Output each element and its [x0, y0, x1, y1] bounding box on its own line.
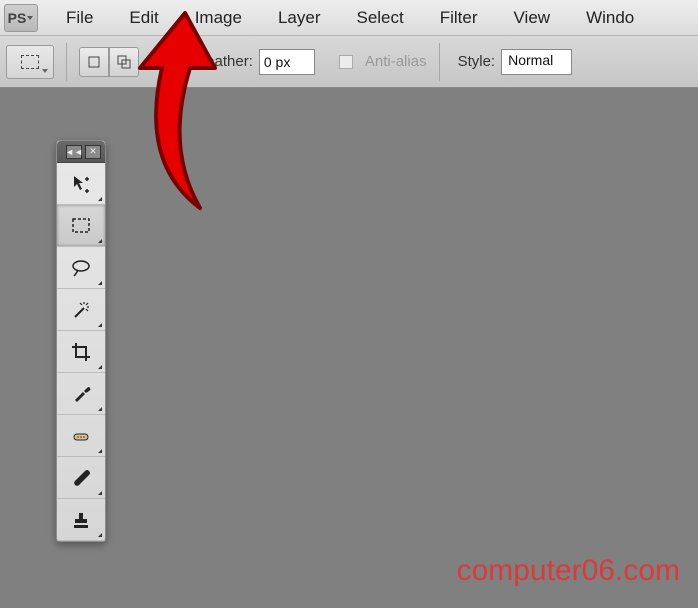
rect-add-icon — [116, 54, 132, 70]
move-tool[interactable] — [57, 163, 105, 205]
style-select[interactable]: Normal — [501, 49, 572, 75]
eyedropper-tool[interactable] — [57, 373, 105, 415]
stamp-tool[interactable] — [57, 499, 105, 541]
healing-tool[interactable] — [57, 415, 105, 457]
selection-mode-group — [79, 47, 139, 77]
separator — [439, 43, 440, 81]
antialias-label: Anti-alias — [365, 53, 427, 70]
feather-label: Feather: — [197, 53, 253, 70]
palette-close-button[interactable]: ✕ — [85, 145, 101, 159]
active-tool-indicator[interactable] — [6, 45, 54, 79]
healing-icon — [70, 425, 92, 447]
options-bar: Feather: Anti-alias Style: Normal — [0, 36, 698, 88]
feather-input[interactable] — [259, 49, 315, 75]
brush-tool[interactable] — [57, 457, 105, 499]
marquee-icon — [70, 215, 92, 237]
move-icon — [70, 173, 92, 195]
antialias-checkbox — [339, 55, 353, 69]
wand-icon — [70, 299, 92, 321]
menu-edit[interactable]: Edit — [111, 2, 176, 34]
marquee-tool[interactable] — [57, 205, 105, 247]
selection-add-button[interactable] — [109, 47, 139, 77]
menu-image[interactable]: Image — [177, 2, 260, 34]
menu-view[interactable]: View — [496, 2, 569, 34]
menu-select[interactable]: Select — [338, 2, 421, 34]
menu-bar: PS File Edit Image Layer Select Filter V… — [0, 0, 698, 36]
brush-icon — [70, 467, 92, 489]
watermark: computer06.com — [457, 554, 680, 588]
menu-file[interactable]: File — [48, 2, 111, 34]
marquee-icon — [21, 55, 39, 69]
palette-header: ◄◄ ✕ — [57, 141, 105, 163]
menu-filter[interactable]: Filter — [422, 2, 496, 34]
lasso-icon — [70, 257, 92, 279]
tools-palette: ◄◄ ✕ — [56, 140, 106, 542]
app-logo[interactable]: PS — [4, 4, 38, 32]
crop-tool[interactable] — [57, 331, 105, 373]
separator — [66, 43, 67, 81]
eyedropper-icon — [70, 383, 92, 405]
crop-icon — [70, 341, 92, 363]
style-label: Style: — [458, 53, 496, 70]
selection-new-button[interactable] — [79, 47, 109, 77]
rect-icon — [86, 54, 102, 70]
palette-collapse-button[interactable]: ◄◄ — [66, 145, 82, 159]
stamp-icon — [70, 509, 92, 531]
wand-tool[interactable] — [57, 289, 105, 331]
menu-layer[interactable]: Layer — [260, 2, 339, 34]
lasso-tool[interactable] — [57, 247, 105, 289]
menu-window[interactable]: Windo — [568, 2, 652, 34]
